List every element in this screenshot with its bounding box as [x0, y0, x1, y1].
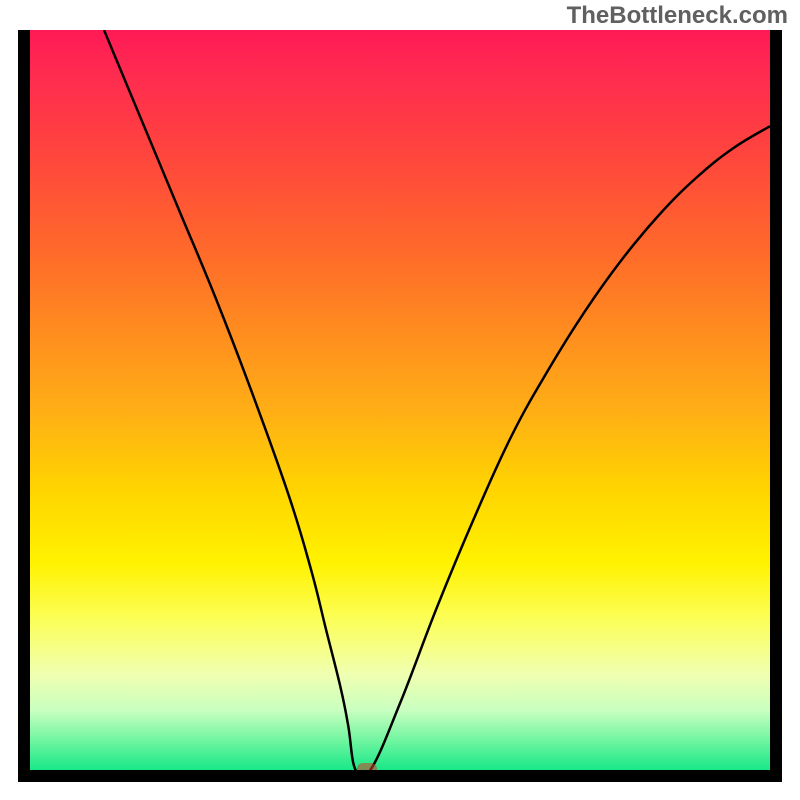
chart-container: TheBottleneck.com — [0, 0, 800, 800]
bottleneck-curve — [104, 30, 770, 770]
watermark-text: TheBottleneck.com — [567, 2, 788, 30]
curve-svg — [30, 30, 770, 770]
plot-area — [30, 30, 770, 770]
minimum-marker — [357, 763, 377, 770]
plot-frame — [18, 30, 782, 782]
